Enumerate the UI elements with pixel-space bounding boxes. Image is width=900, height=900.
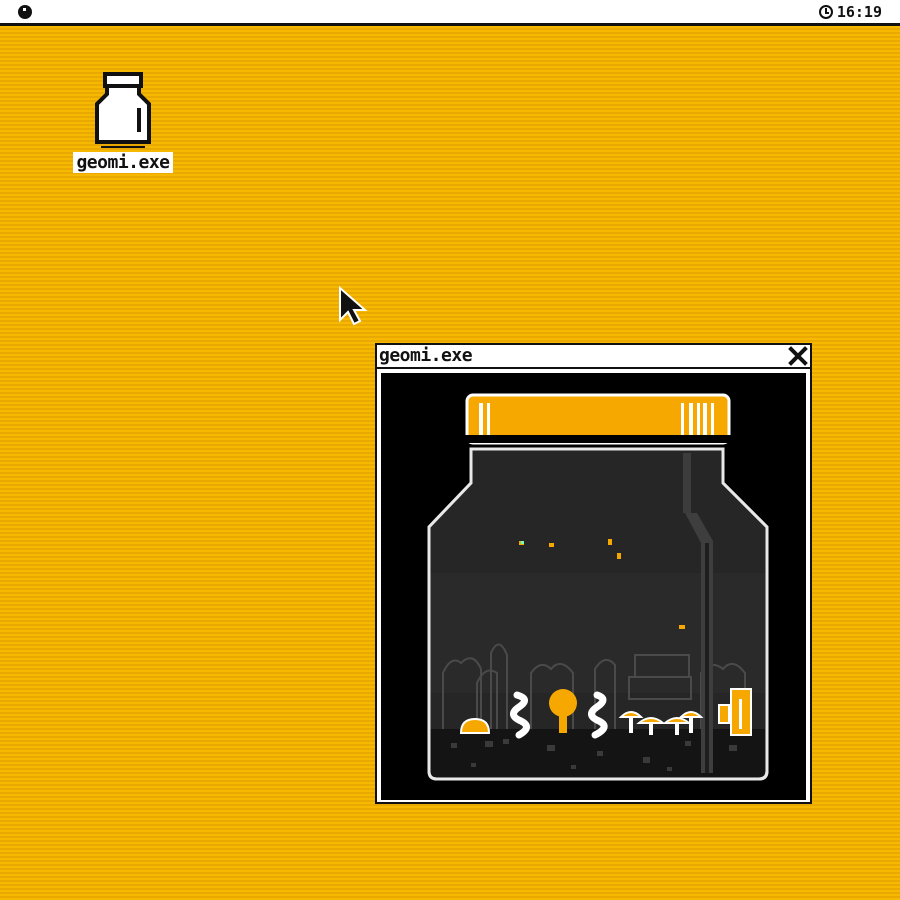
mouse-cursor-icon bbox=[339, 286, 368, 326]
window-titlebar[interactable]: geomi.exe bbox=[377, 345, 810, 369]
clock: 16:19 bbox=[818, 3, 882, 21]
creature-orange-dome bbox=[459, 717, 491, 734]
jar-icon bbox=[95, 72, 151, 148]
app-window[interactable]: geomi.exe bbox=[375, 343, 812, 804]
close-icon[interactable] bbox=[788, 346, 808, 366]
desktop-icon-label: geomi.exe bbox=[73, 152, 173, 173]
desktop-icon-geomi[interactable]: geomi.exe bbox=[58, 70, 188, 173]
clock-time: 16:19 bbox=[836, 3, 882, 21]
terrarium-jar-scene bbox=[427, 393, 769, 781]
menu-bar: 16:19 bbox=[0, 0, 900, 26]
system-logo-icon[interactable] bbox=[18, 5, 32, 19]
window-title: geomi.exe bbox=[379, 345, 473, 366]
clock-icon bbox=[818, 5, 833, 19]
terrarium-canvas[interactable] bbox=[381, 373, 806, 800]
